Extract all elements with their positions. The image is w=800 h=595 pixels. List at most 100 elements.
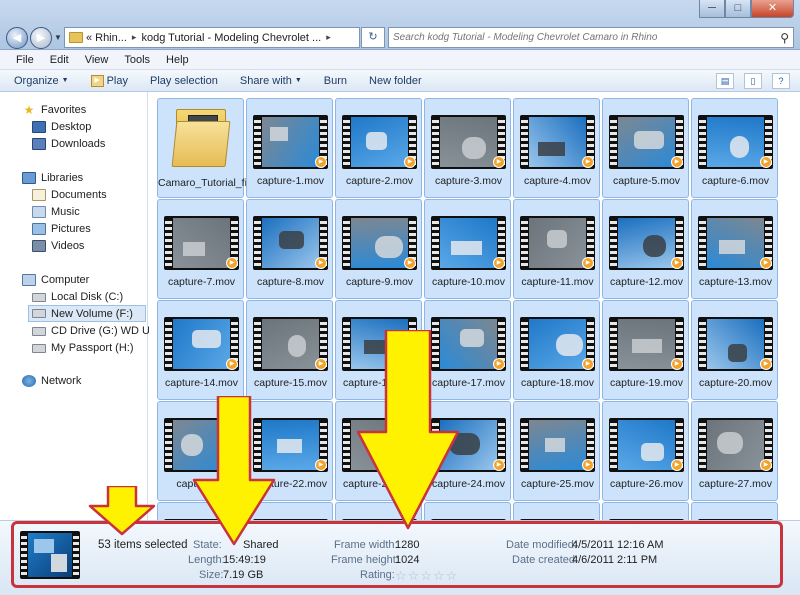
file-item[interactable]: ▶ capture-7.mov	[157, 199, 244, 299]
file-item[interactable]: ▶ capture-13.mov	[691, 199, 778, 299]
maximize-button[interactable]: □	[725, 0, 751, 18]
play-badge-icon: ▶	[404, 156, 416, 168]
menu-view[interactable]: View	[77, 54, 117, 66]
play-badge-icon: ▶	[582, 358, 594, 370]
preview-pane-icon[interactable]: ▯	[744, 73, 762, 89]
file-item[interactable]: ▶capture-33.mov	[602, 502, 689, 520]
nav-computer[interactable]: Computer	[22, 274, 89, 286]
recent-pages-chevron-icon[interactable]: ▼	[54, 33, 62, 42]
chevron-down-icon: ▼	[294, 77, 302, 84]
nav-libraries[interactable]: Libraries	[22, 172, 83, 184]
file-item[interactable]: ▶ capture-6.mov	[691, 98, 778, 198]
nav-downloads[interactable]: Downloads	[32, 138, 105, 150]
minimize-button[interactable]: ─	[699, 0, 725, 18]
file-item[interactable]: ▶ capture-25.mov	[513, 401, 600, 501]
play-selection-button[interactable]: Play selection	[150, 75, 218, 87]
help-icon[interactable]: ?	[772, 73, 790, 89]
menu-bar: File Edit View Tools Help	[0, 50, 800, 70]
nav-music[interactable]: Music	[32, 206, 80, 218]
date-modified-value: 4/5/2011 12:16 AM	[572, 539, 664, 551]
play-label: Play	[106, 74, 128, 87]
play-badge-icon: ▶	[226, 358, 238, 370]
drive-icon	[32, 292, 46, 302]
file-item[interactable]: ▶ capture-2.mov	[335, 98, 422, 198]
file-item[interactable]: ▶ capture-9.mov	[335, 199, 422, 299]
size-value: 7.19 GB	[223, 569, 264, 581]
nav-passport-label: My Passport (H:)	[51, 342, 134, 354]
date-modified-label: Date modified:	[506, 539, 577, 551]
search-icon[interactable]: ⚲	[780, 31, 789, 45]
folder-item[interactable]: Camaro_Tutorial_files	[157, 98, 261, 198]
play-badge-icon: ▶	[760, 358, 772, 370]
videos-icon	[32, 240, 46, 252]
file-item[interactable]: ▶ capture-1.mov	[246, 98, 333, 198]
file-item[interactable]: ▶ capture-3.mov	[424, 98, 511, 198]
search-input[interactable]	[393, 32, 773, 43]
play-badge-icon: ▶	[760, 156, 772, 168]
nav-new-volume[interactable]: New Volume (F:)	[28, 305, 146, 322]
play-badge-icon: ▶	[315, 459, 327, 471]
video-thumbnail-icon: ▶	[609, 418, 684, 472]
drive-icon	[32, 343, 46, 353]
nav-cd-drive[interactable]: CD Drive (G:) WD Unlo	[32, 325, 165, 337]
video-thumbnail-icon: ▶	[698, 115, 773, 169]
menu-edit[interactable]: Edit	[42, 54, 77, 66]
breadcrumb-item[interactable]: kodg Tutorial - Modeling Chevrolet ...	[141, 32, 321, 44]
file-item[interactable]: ▶capture-34.mov	[691, 502, 778, 520]
share-with-button[interactable]: Share with ▼	[240, 75, 302, 87]
video-thumbnail-icon: ▶	[253, 317, 328, 371]
menu-file[interactable]: File	[8, 54, 42, 66]
file-item[interactable]: ▶ capture-18.mov	[513, 300, 600, 400]
nav-passport[interactable]: My Passport (H:)	[32, 342, 134, 354]
new-folder-button[interactable]: New folder	[369, 75, 422, 87]
search-box[interactable]: ⚲	[388, 27, 794, 48]
file-label: capture-5.mov	[612, 175, 681, 187]
folder-label: Camaro_Tutorial_files	[158, 177, 261, 189]
file-item[interactable]: ▶ capture-12.mov	[602, 199, 689, 299]
file-item[interactable]: ▶ capture-14.mov	[157, 300, 244, 400]
video-thumbnail-icon: ▶	[342, 115, 417, 169]
nav-network[interactable]: Network	[22, 375, 81, 387]
play-badge-icon: ▶	[760, 257, 772, 269]
file-item[interactable]: ▶ capture-4.mov	[513, 98, 600, 198]
back-button[interactable]: ◀	[6, 27, 28, 49]
menu-help[interactable]: Help	[158, 54, 197, 66]
address-bar[interactable]: « Rhin... ▸ kodg Tutorial - Modeling Che…	[64, 27, 360, 48]
breadcrumb-item[interactable]: Rhin...	[95, 32, 127, 44]
play-button[interactable]: ▶ Play	[90, 74, 128, 87]
file-item[interactable]: ▶ capture-19.mov	[602, 300, 689, 400]
file-item[interactable]: ▶ capture-11.mov	[513, 199, 600, 299]
nav-desktop[interactable]: Desktop	[32, 121, 91, 133]
file-label: capture-15.mov	[254, 377, 327, 389]
menu-tools[interactable]: Tools	[116, 54, 158, 66]
file-label: capture-11.mov	[521, 276, 594, 288]
breadcrumb-arrow-icon[interactable]: ▸	[326, 32, 331, 43]
file-item[interactable]: ▶ capture-5.mov	[602, 98, 689, 198]
change-view-icon[interactable]: ▤	[716, 73, 734, 89]
nav-videos[interactable]: Videos	[32, 240, 84, 252]
file-item[interactable]: ▶ capture-10.mov	[424, 199, 511, 299]
file-item[interactable]: ▶ capture-8.mov	[246, 199, 333, 299]
close-button[interactable]: ✕	[751, 0, 794, 18]
file-item[interactable]: ▶ capture-20.mov	[691, 300, 778, 400]
nav-favorites[interactable]: ★ Favorites	[22, 104, 87, 116]
breadcrumb-arrow-icon[interactable]: ▸	[132, 32, 137, 43]
file-label: capture-7.mov	[167, 276, 236, 288]
organize-button[interactable]: Organize ▼	[14, 75, 69, 87]
nav-pictures[interactable]: Pictures	[32, 223, 91, 235]
new-folder-label: New folder	[369, 74, 422, 87]
forward-button[interactable]: ▶	[30, 27, 52, 49]
nav-documents-label: Documents	[51, 189, 107, 201]
file-item[interactable]: ▶ capture-15.mov	[246, 300, 333, 400]
burn-button[interactable]: Burn	[324, 75, 347, 87]
file-item[interactable]: ▶ capture-27.mov	[691, 401, 778, 501]
play-selection-label: Play selection	[149, 74, 218, 87]
breadcrumb-overflow[interactable]: «	[86, 32, 92, 44]
file-item[interactable]: ▶ capture-26.mov	[602, 401, 689, 501]
rating-stars[interactable]: ☆☆☆☆☆	[395, 568, 458, 584]
nav-documents[interactable]: Documents	[32, 189, 107, 201]
refresh-button[interactable]: ↻	[361, 27, 385, 48]
file-item[interactable]: ▶capture-32.mov	[513, 502, 600, 520]
play-badge-icon: ▶	[671, 156, 683, 168]
nav-local-disk[interactable]: Local Disk (C:)	[32, 291, 123, 303]
